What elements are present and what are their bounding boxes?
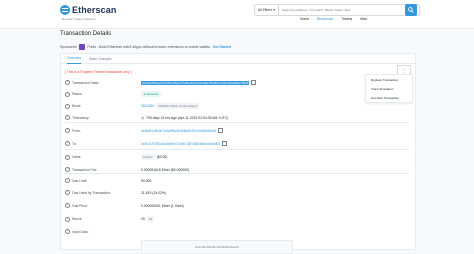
gas-price-label: Gas Price: xyxy=(72,203,88,208)
main-nav: Home Blockchain Tokens Misc xyxy=(300,17,367,21)
sponsored-label: Sponsored: xyxy=(60,45,78,49)
testnet-notice: [ This is a Ropsten Testnet transaction … xyxy=(65,70,132,74)
to-address[interactable]: 0x4b11f7291cb3d4e0e714b5718f7a8f2a8cba4b… xyxy=(141,142,220,146)
value-usd: ($0.00) xyxy=(156,155,168,159)
help-icon: ? xyxy=(65,167,70,172)
gas-price-value: 0.000000001 Ether (1 Gwei) xyxy=(141,203,184,208)
search-bar: All Filters ▾ xyxy=(254,4,420,16)
fee-label: Transaction Fee: xyxy=(72,167,98,172)
nonce-position: 69 xyxy=(146,216,155,222)
row-gas-used: ? Gas Used by Transaction: 21,619 (24.02%… xyxy=(65,190,365,195)
row-transaction-hash: ? Transaction Hash: 0x4d4c0f5e6a7d2c9f1e8… xyxy=(65,80,365,85)
divider xyxy=(65,173,409,174)
tab-overview[interactable]: Overview xyxy=(67,54,82,64)
clock-icon: ◷ xyxy=(141,115,144,120)
input-data-box[interactable]: 0x4c4f4c53b4b73e2fdd9b3ea22c xyxy=(141,240,293,254)
etherscan-logo-icon xyxy=(60,5,70,15)
logo-text: Etherscan xyxy=(72,5,117,15)
nonce-label: Nonce xyxy=(72,217,82,221)
divider xyxy=(65,122,409,123)
menu-item-replace-transaction[interactable]: Replace Transaction xyxy=(366,75,412,84)
chevron-down-icon: ▾ xyxy=(273,8,275,12)
search-input[interactable] xyxy=(279,5,419,15)
nav-misc[interactable]: Misc xyxy=(360,17,367,21)
tx-hash-label: Transaction Hash: xyxy=(72,80,100,85)
help-icon: ? xyxy=(65,229,70,234)
copy-icon[interactable] xyxy=(251,80,257,85)
row-from: ? From: 0x5a3f1c8e2b7d4a9f6c0e3b8d1a7f2c4… xyxy=(65,128,365,133)
confirmations-badge: 2018363 Block Confirmations xyxy=(156,103,200,109)
input-data-value: 0x4c4f4c53b4b73e2fdd9b3ea22c xyxy=(194,245,240,249)
gas-limit-label: Gas Limit: xyxy=(72,178,88,183)
row-input-data: ? Input Data: xyxy=(65,229,365,234)
help-icon: ? xyxy=(65,203,70,208)
tx-hash-value[interactable]: 0x4d4c0f5e6a7d2c9f1e8b3a7c6d5e4f2a1b0c9d… xyxy=(141,80,250,85)
row-to: ? To: 0x4b11f7291cb3d4e0e714b5718f7a8f2a8… xyxy=(65,141,365,146)
gas-used-label: Gas Used by Transaction: xyxy=(72,190,112,195)
help-icon: ? xyxy=(65,178,70,183)
gas-used-value: 21,619 (24.02%) xyxy=(141,190,167,195)
search-button[interactable] xyxy=(405,4,417,16)
tools-dropdown: Replace Transaction Trace Simulation Get… xyxy=(365,74,413,103)
timestamp-value: 795 days 15 hrs ago (Apr-11-2019 02:04:3… xyxy=(145,115,229,120)
tab-state-changes[interactable]: State Changes xyxy=(89,54,111,64)
status-value: Success xyxy=(146,92,159,96)
network-label: Ropsten Testnet Network xyxy=(62,17,96,21)
help-icon: ? xyxy=(65,115,70,120)
check-circle-icon: ● xyxy=(144,92,146,96)
nav-tokens[interactable]: Tokens xyxy=(341,17,352,21)
etherscan-logo[interactable]: Etherscan xyxy=(60,4,116,16)
row-value: ? Value: 0 Ether ($0.00) xyxy=(65,154,365,160)
sponsor-text: Portis - Build Ethereum web3 dApps witho… xyxy=(87,45,211,49)
input-data-label: Input Data: xyxy=(72,229,89,234)
row-gas-limit: ? Gas Limit: 90,000 xyxy=(65,178,365,183)
row-nonce: ? Nonce 15 69 xyxy=(65,216,365,222)
status-badge: ● Success xyxy=(141,91,162,97)
nav-blockchain[interactable]: Blockchain xyxy=(317,17,333,21)
help-icon: ? xyxy=(65,80,70,85)
top-header: Etherscan Ropsten Testnet Network All Fi… xyxy=(0,0,474,29)
nav-home[interactable]: Home xyxy=(300,17,309,21)
row-status: ? Status: ● Success xyxy=(65,91,365,97)
page-title: Transaction Details xyxy=(60,31,112,37)
copy-icon[interactable] xyxy=(217,128,223,133)
help-icon: ? xyxy=(65,141,70,146)
sponsor-link[interactable]: Get Started xyxy=(213,45,231,49)
more-options-icon: ⋮ xyxy=(402,67,406,73)
row-transaction-fee: ? Transaction Fee: 0.000051619 Ether ($0.… xyxy=(65,167,365,172)
block-label: Block: xyxy=(72,104,82,108)
fee-value: 0.000051619 Ether ($0.000000) xyxy=(141,167,190,172)
row-timestamp: ? Timestamp: ◷ 795 days 15 hrs ago (Apr-1… xyxy=(65,115,365,120)
tab-bar: Overview State Changes xyxy=(61,54,415,64)
help-icon: ? xyxy=(65,103,70,109)
filter-label: All Filters xyxy=(258,8,272,12)
from-address[interactable]: 0x5a3f1c8e2b7d4a9f6c0e3b8d1a7f2c4e9b6d0a… xyxy=(141,129,216,133)
gas-limit-value: 90,000 xyxy=(141,178,152,183)
value-label: Value: xyxy=(72,155,82,159)
help-icon: ? xyxy=(65,128,70,133)
value-amount: 0 Ether xyxy=(141,154,155,160)
divider xyxy=(65,149,409,150)
sponsored-banner: Sponsored: Portis - Build Ethereum web3 … xyxy=(60,44,231,50)
search-icon xyxy=(408,7,414,13)
timestamp-label: Timestamp: xyxy=(72,115,90,120)
help-icon: ? xyxy=(65,91,70,97)
help-icon: ? xyxy=(65,216,70,222)
copy-icon[interactable] xyxy=(222,141,228,146)
help-icon: ? xyxy=(65,190,70,195)
menu-item-raw-transaction[interactable]: Get Raw Transaction xyxy=(366,93,412,102)
row-block: ? Block: 5613360 2018363 Block Confirmati… xyxy=(65,103,365,109)
block-link[interactable]: 5613360 xyxy=(141,104,154,108)
help-icon: ? xyxy=(65,154,70,160)
portis-logo-icon xyxy=(79,44,86,50)
to-label: To: xyxy=(72,141,77,146)
nonce-value: 15 xyxy=(141,217,145,221)
search-filter-select[interactable]: All Filters ▾ xyxy=(255,5,279,15)
menu-item-trace-simulation[interactable]: Trace Simulation xyxy=(366,84,412,93)
status-label: Status: xyxy=(72,92,83,96)
transaction-card: Overview State Changes ⋮ Replace Transac… xyxy=(60,53,416,254)
from-label: From: xyxy=(72,128,81,133)
row-gas-price: ? Gas Price: 0.000000001 Ether (1 Gwei) xyxy=(65,203,365,208)
